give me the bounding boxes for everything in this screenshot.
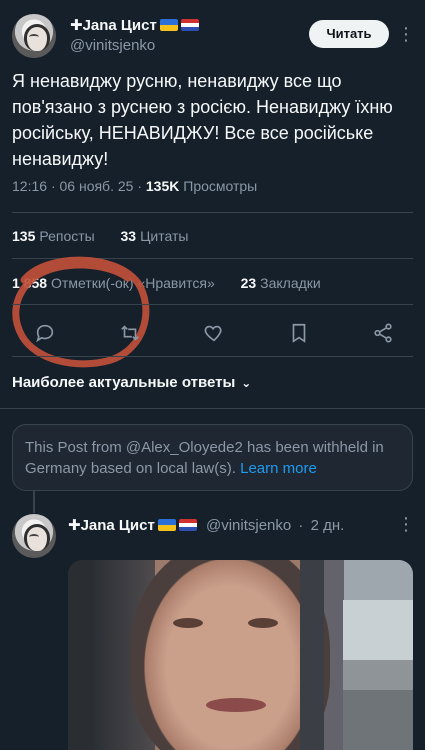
thread-connector — [33, 491, 35, 513]
chevron-down-icon: ⌄ — [241, 376, 252, 390]
ukraine-flag-icon — [157, 519, 176, 531]
learn-more-link[interactable]: Learn more — [240, 460, 317, 477]
withheld-text: This Post from @Alex_Oloyede2 has been w… — [25, 439, 384, 477]
reply-age: 2 дн. — [310, 517, 345, 534]
author-handle[interactable]: @vinitsjenko — [70, 37, 155, 54]
like-icon[interactable] — [199, 318, 229, 348]
stats-row-1: 135 Репосты 33 Цитаты — [12, 228, 188, 244]
post-date: 06 нояб. 25 — [59, 178, 134, 194]
reply-author-name[interactable]: ✚Jana Цист — [68, 517, 197, 534]
bookmarks-stat[interactable]: 23 Закладки — [241, 275, 321, 291]
reposts-stat[interactable]: 135 Репосты — [12, 228, 95, 244]
post-text: Я ненавиджу русню, ненавиджу все що пов'… — [12, 71, 393, 169]
action-bar — [12, 318, 413, 348]
share-icon[interactable] — [368, 318, 398, 348]
bookmark-icon[interactable] — [284, 318, 314, 348]
netherlands-flag-icon — [180, 19, 199, 31]
post-header: ✚Jana Цист @vinitsjenko Читать ⋮ — [12, 12, 415, 60]
reply-video-thumbnail[interactable] — [68, 560, 413, 750]
divider — [12, 304, 413, 305]
red-circle-annotation — [12, 256, 150, 368]
reply-more-options-icon[interactable]: ⋮ — [397, 512, 415, 536]
author-name[interactable]: ✚Jana Цист — [70, 16, 199, 34]
repost-icon[interactable] — [115, 318, 145, 348]
reply-header: ✚Jana Цист @vinitsjenko · 2 дн. — [68, 517, 345, 534]
author-avatar[interactable] — [12, 14, 56, 58]
quotes-stat[interactable]: 33 Цитаты — [121, 228, 189, 244]
divider — [12, 356, 413, 357]
views-count: 135K — [145, 178, 180, 194]
netherlands-flag-icon — [178, 519, 197, 531]
more-options-icon[interactable]: ⋮ — [397, 22, 415, 46]
views-label: Просмотры — [183, 178, 258, 194]
reply-author-handle[interactable]: @vinitsjenko — [206, 517, 291, 534]
read-button[interactable]: Читать — [309, 20, 389, 48]
replies-sort-selector[interactable]: Наиболее актуальные ответы ⌄ — [12, 374, 251, 391]
reply-author-avatar[interactable] — [12, 514, 56, 558]
ukraine-flag-icon — [159, 19, 178, 31]
reply-icon[interactable] — [30, 318, 60, 348]
post-time: 12:16 — [12, 178, 48, 194]
withheld-notice: This Post from @Alex_Oloyede2 has been w… — [12, 424, 413, 491]
divider — [0, 408, 425, 409]
post-meta: 12:16 · 06 нояб. 25 · 135K Просмотры — [12, 178, 258, 194]
divider — [12, 212, 413, 213]
